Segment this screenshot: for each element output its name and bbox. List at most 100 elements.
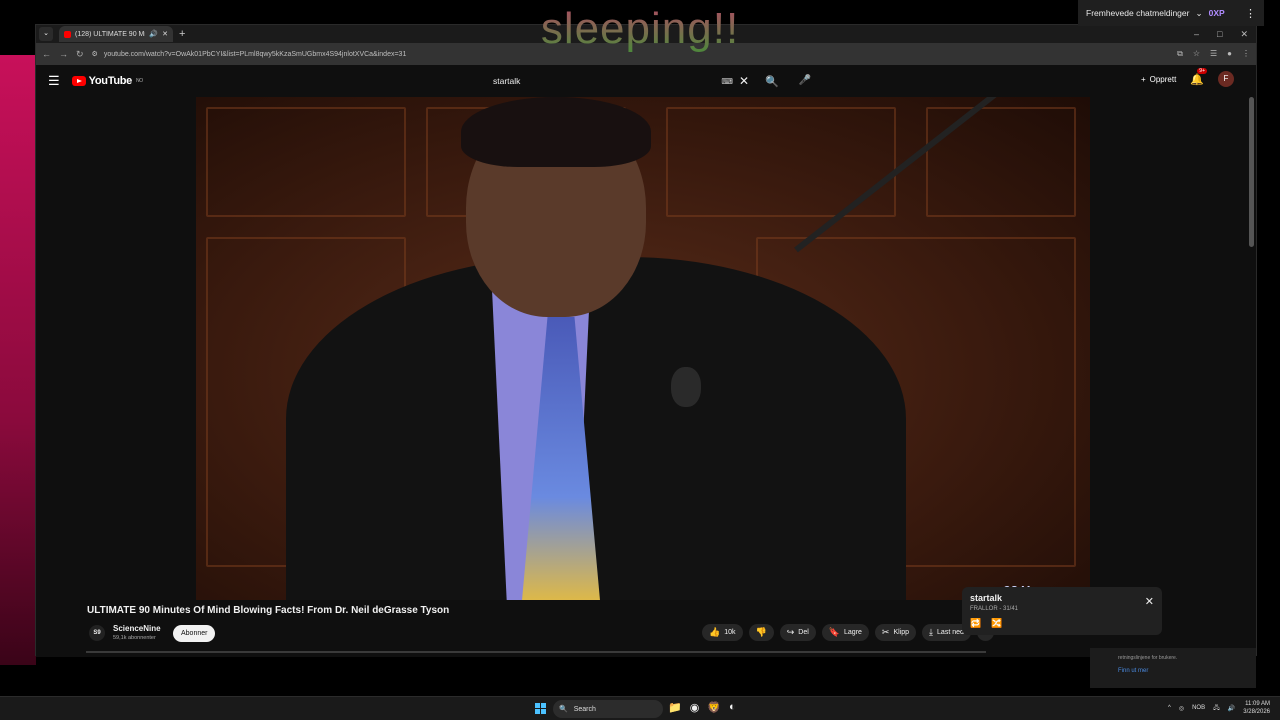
subscribe-button[interactable]: Abonner — [173, 625, 216, 642]
description-divider — [86, 651, 986, 653]
extensions-icon[interactable]: ☰ — [1210, 49, 1217, 59]
notification-card: retningslinjene for brukere. Finn ut mer — [1090, 648, 1256, 688]
youtube-header: ☰ YouTube NO startalk ⌨ ✕ 🔍 🎤 + Opprett … — [36, 65, 1256, 97]
search-icon[interactable]: 🔍 — [761, 75, 783, 88]
tab-strip: ⌄ (128) ULTIMATE 90 Minutes 🔊 ✕ + – □ ✕ — [36, 25, 1256, 43]
bookmark-star-icon[interactable]: ☆ — [1193, 49, 1200, 59]
playlist-controls: 🔁 🔀 — [970, 618, 1002, 629]
save-label: Lagre — [844, 629, 862, 636]
close-window-icon[interactable]: ✕ — [1240, 29, 1248, 40]
tray-app-icon[interactable]: ◎ — [1179, 705, 1184, 712]
chrome-icon[interactable]: ◉ — [690, 701, 700, 714]
loop-icon[interactable]: 🔁 — [970, 618, 981, 629]
thumbs-up-icon: 👍 — [709, 627, 721, 637]
bell-icon: 🔔 — [1190, 73, 1204, 86]
scissors-icon: ✂ — [881, 627, 890, 637]
browser-window: ⌄ (128) ULTIMATE 90 Minutes 🔊 ✕ + – □ ✕ … — [35, 24, 1257, 657]
new-tab-button[interactable]: + — [179, 28, 185, 40]
more-vert-icon[interactable]: ⋮ — [1245, 7, 1256, 20]
forward-icon[interactable]: → — [59, 49, 68, 59]
system-tray: ^ ◎ NOB 🖧 🔊 11:09 AM 3/28/2026 — [1168, 700, 1270, 716]
lang-indicator[interactable]: NOB — [1192, 705, 1205, 711]
app-icon[interactable]: ◐ — [729, 701, 736, 714]
keyboard-icon[interactable]: ⌨ — [721, 77, 733, 86]
page-scrollbar[interactable] — [1249, 97, 1254, 247]
notifications-button[interactable]: 🔔 9+ — [1190, 67, 1207, 86]
microphone-icon[interactable]: 🎤 — [796, 72, 814, 90]
subscriber-count: 59,1k abonnenter — [113, 635, 156, 641]
taskbar-search-label: Search — [573, 705, 596, 713]
address-bar[interactable]: ⚙ youtube.com/watch?v=OwAk01PbCYI&list=P… — [92, 47, 1170, 61]
tab-search-button[interactable]: ⌄ — [39, 27, 53, 41]
playlist-title[interactable]: startalk — [970, 593, 1002, 603]
search-input[interactable]: startalk — [483, 76, 721, 86]
wood-panel — [926, 107, 1076, 217]
taskbar: 🔍 Search 📁 ◉ 🦁 ◐ ^ ◎ NOB 🖧 🔊 11:09 AM 3/… — [0, 696, 1280, 720]
search-icon: 🔍 — [559, 706, 568, 713]
video-title: ULTIMATE 90 Minutes Of Mind Blowing Fact… — [87, 605, 450, 616]
like-count: 10k — [724, 629, 736, 636]
like-button[interactable]: 👍 10k — [702, 624, 743, 641]
file-explorer-icon[interactable]: 📁 — [668, 701, 682, 714]
taskbar-apps: 📁 ◉ 🦁 ◐ — [668, 701, 736, 714]
windows-start-icon[interactable] — [535, 703, 546, 714]
youtube-favicon-icon — [64, 30, 71, 38]
chat-highlight-bar[interactable]: Fremhevede chatmeldinger ⌄ 0XP ⋮ — [1078, 0, 1264, 26]
close-icon[interactable]: ✕ — [1145, 595, 1154, 608]
address-bar-icons: ⧉ ☆ ☰ ● ⋮ — [1177, 49, 1250, 59]
speaker-hair — [461, 97, 651, 167]
shuffle-icon[interactable]: 🔀 — [991, 618, 1002, 629]
volume-icon[interactable]: 🔊 — [1228, 705, 1235, 712]
reload-icon[interactable]: ↻ — [76, 49, 84, 60]
minimize-icon[interactable]: – — [1194, 29, 1199, 40]
notification-link[interactable]: Finn ut mer — [1118, 668, 1148, 674]
playlist-panel: startalk FRALLOR - 31/41 ✕ 🔁 🔀 — [962, 587, 1162, 635]
window-controls: – □ ✕ — [1194, 29, 1256, 40]
clock[interactable]: 11:09 AM 3/28/2026 — [1243, 700, 1270, 716]
share-icon: ↪ — [786, 627, 795, 637]
speaker-icon[interactable]: 🔊 — [149, 30, 158, 38]
chat-highlight-label: Fremhevede chatmeldinger — [1086, 8, 1190, 18]
save-button[interactable]: 🔖 Lagre — [821, 624, 869, 641]
channel-avatar[interactable]: S9 — [89, 625, 105, 641]
create-button[interactable]: + Opprett — [1141, 75, 1176, 84]
network-icon[interactable]: 🖧 — [1213, 703, 1220, 713]
plus-icon: + — [1140, 74, 1146, 84]
clock-time: 11:09 AM — [1245, 701, 1270, 707]
create-label: Opprett — [1149, 74, 1177, 84]
back-icon[interactable]: ← — [42, 49, 51, 59]
youtube-logo[interactable]: YouTube NO — [71, 75, 143, 87]
download-icon: ⤓ — [929, 627, 934, 637]
profile-icon[interactable]: ● — [1227, 49, 1232, 59]
taskbar-search[interactable]: 🔍 Search — [553, 700, 663, 718]
desktop-background — [0, 55, 36, 665]
install-app-icon[interactable]: ⧉ — [1177, 49, 1183, 59]
playlist-position: FRALLOR - 31/41 — [970, 606, 1019, 612]
video-player[interactable]: 92 Y — [196, 97, 1090, 600]
search-box: startalk ⌨ ✕ 🔍 — [483, 70, 783, 92]
header-right: + Opprett 🔔 9+ F — [1141, 67, 1234, 87]
browser-menu-icon[interactable]: ⋮ — [1242, 49, 1250, 59]
channel-name[interactable]: ScienceNine — [113, 624, 161, 633]
clip-button[interactable]: ✂ Klipp — [874, 624, 917, 641]
dislike-button[interactable]: 👎 — [748, 624, 774, 641]
avatar[interactable]: F — [1218, 71, 1234, 87]
tray-chevron-icon[interactable]: ^ — [1168, 705, 1171, 711]
video-actions: 👍10k 👎 ↪Del 🔖Lagre ✂Klipp ⤓Last ned … — [702, 624, 994, 641]
brave-icon[interactable]: 🦁 — [707, 701, 721, 714]
close-tab-icon[interactable]: ✕ — [162, 30, 168, 38]
logo-text: YouTube — [88, 75, 133, 87]
clear-search-icon[interactable]: ✕ — [739, 74, 749, 88]
tab-title: (128) ULTIMATE 90 Minutes — [75, 30, 145, 38]
site-info-icon[interactable]: ⚙ — [92, 50, 98, 58]
menu-hamburger-icon[interactable]: ☰ — [48, 73, 60, 89]
maximize-icon[interactable]: □ — [1217, 29, 1222, 40]
player-area: 92 Y — [36, 97, 1250, 600]
chevron-down-icon[interactable]: ⌄ — [1195, 8, 1202, 19]
address-bar-row: ← → ↻ ⚙ youtube.com/watch?v=OwAk01PbCYI&… — [36, 43, 1256, 65]
youtube-play-icon — [71, 76, 86, 86]
notification-count: 9+ — [1197, 67, 1207, 74]
browser-tab-active[interactable]: (128) ULTIMATE 90 Minutes 🔊 ✕ — [59, 26, 173, 42]
share-button[interactable]: ↪ Del — [779, 624, 816, 641]
thumbs-down-icon: 👎 — [755, 627, 767, 637]
